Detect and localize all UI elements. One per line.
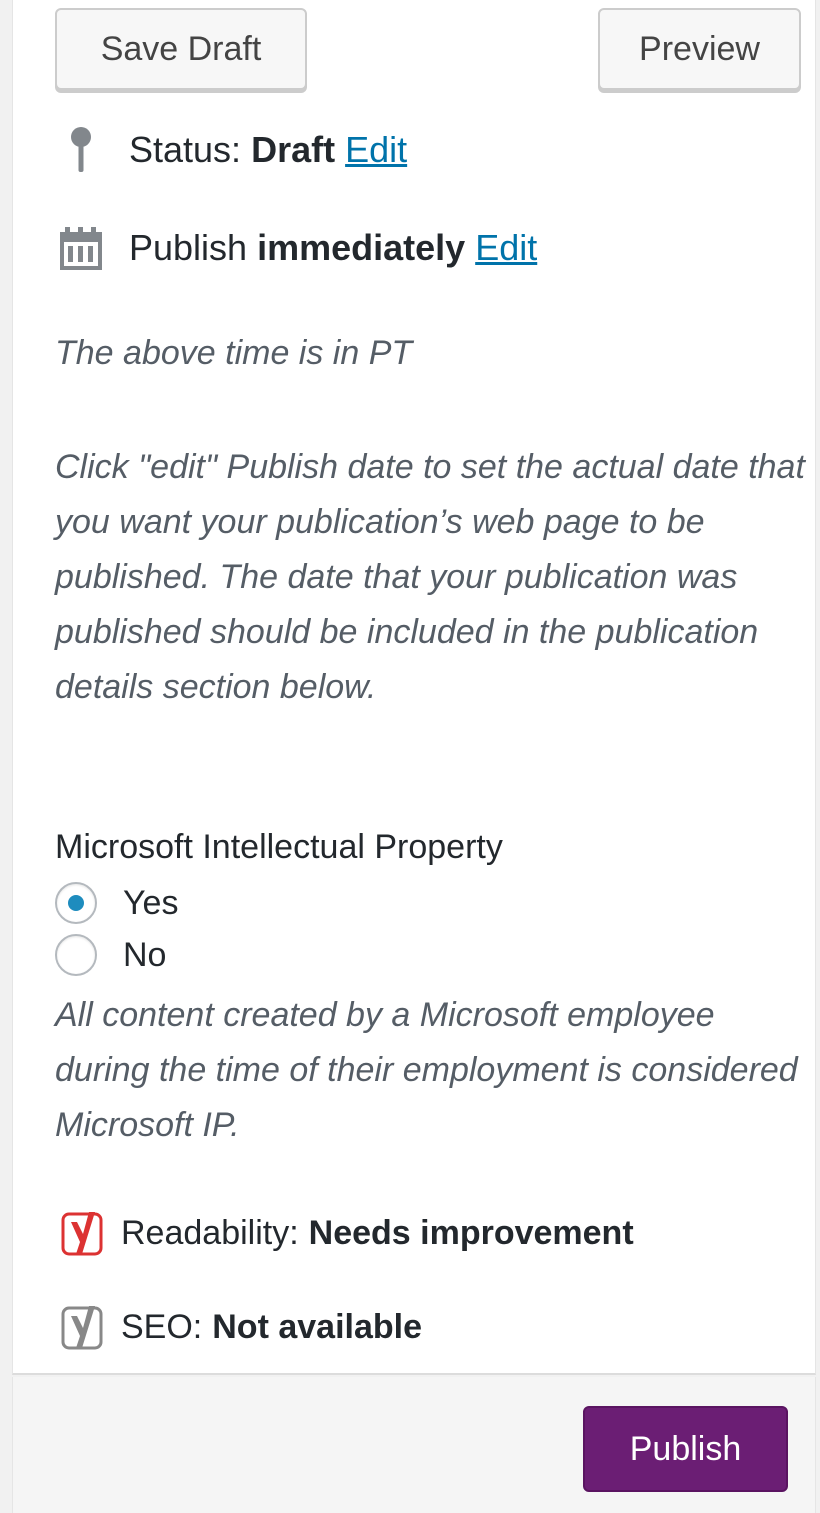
status-row: Status: Draft Edit xyxy=(55,124,407,176)
schedule-label: Publish xyxy=(129,227,248,268)
publish-box: Save Draft Preview Status: Draft Edit Pu… xyxy=(12,0,816,1375)
ip-field-label: Microsoft Intellectual Property xyxy=(55,828,503,866)
pin-icon xyxy=(55,124,107,176)
schedule-edit-link[interactable]: Edit xyxy=(475,227,537,269)
timezone-note: The above time is in PT xyxy=(55,334,413,372)
radio-yes[interactable] xyxy=(55,882,97,924)
publish-button[interactable]: Publish xyxy=(583,1406,788,1492)
calendar-icon xyxy=(55,222,107,274)
radio-checked-dot xyxy=(68,895,84,911)
schedule-value: immediately xyxy=(257,227,466,268)
schedule-row: Publish immediately Edit xyxy=(55,222,537,274)
seo-value: Not available xyxy=(212,1307,422,1346)
status-edit-link[interactable]: Edit xyxy=(345,129,407,171)
publish-actions: Publish xyxy=(12,1377,816,1513)
radio-yes-label: Yes xyxy=(123,883,179,922)
seo-row: SEO: Not available xyxy=(55,1302,422,1352)
seo-label: SEO: xyxy=(121,1307,203,1346)
ip-option-no[interactable]: No xyxy=(55,934,166,976)
status-value: Draft xyxy=(251,129,336,170)
publish-date-help: Click "edit" Publish date to set the act… xyxy=(55,448,805,706)
readability-value: Needs improvement xyxy=(308,1213,634,1252)
yoast-readability-icon xyxy=(55,1208,107,1258)
radio-no[interactable] xyxy=(55,934,97,976)
preview-button[interactable]: Preview xyxy=(598,8,801,90)
save-draft-button[interactable]: Save Draft xyxy=(55,8,307,90)
readability-label: Readability: xyxy=(121,1213,299,1252)
ip-option-yes[interactable]: Yes xyxy=(55,882,178,924)
ip-note: All content created by a Microsoft emplo… xyxy=(55,996,798,1144)
radio-no-label: No xyxy=(123,935,167,974)
yoast-seo-icon xyxy=(55,1302,107,1352)
status-label: Status: xyxy=(129,129,242,170)
readability-row: Readability: Needs improvement xyxy=(55,1208,634,1258)
